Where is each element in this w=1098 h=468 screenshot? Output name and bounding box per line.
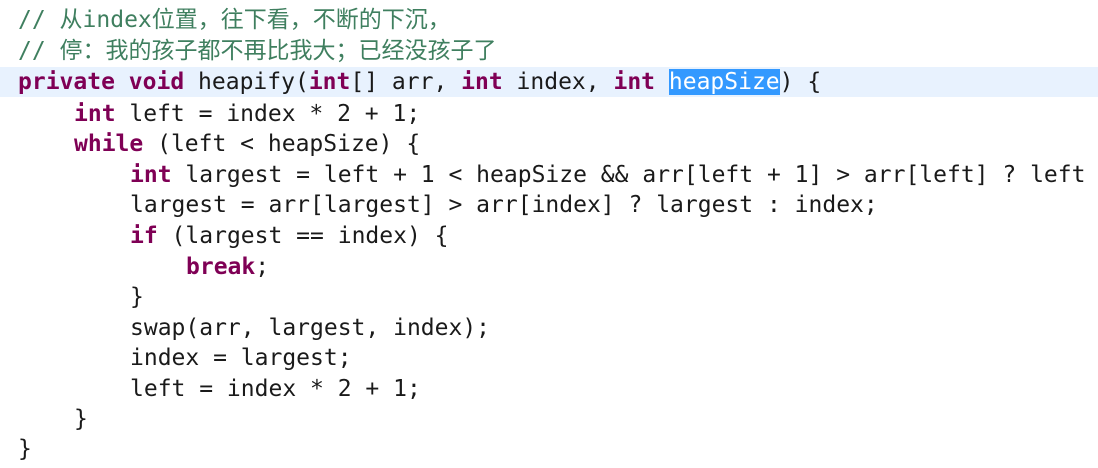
code-line[interactable]: break;: [0, 252, 1098, 282]
code-editor[interactable]: // 从index位置，往下看，不断的下沉， // 停：我的孩子都不再比我大；已经…: [0, 0, 1098, 468]
code-line[interactable]: while (left < heapSize) {: [0, 129, 1098, 159]
code-token: [] arr,: [350, 69, 462, 95]
keyword-token: int: [74, 101, 116, 127]
comment-token: // 停：我的孩子都不再比我大；已经没孩子了: [18, 38, 497, 64]
code-line[interactable]: int left = index * 2 + 1;: [0, 99, 1098, 129]
keyword-token: int: [461, 69, 503, 95]
code-line[interactable]: swap(arr, largest, index);: [0, 313, 1098, 343]
code-token: index,: [502, 69, 614, 95]
keyword-token: if: [130, 223, 158, 249]
code-line[interactable]: if (largest == index) {: [0, 221, 1098, 251]
code-line[interactable]: // 从index位置，往下看，不断的下沉，: [0, 5, 1098, 35]
code-token: index = largest;: [130, 345, 352, 371]
keyword-token: int: [613, 69, 656, 95]
code-token: swap(arr, largest, index);: [130, 315, 491, 341]
keyword-token: break: [186, 254, 256, 280]
code-token: (left < heapSize) {: [143, 131, 421, 157]
code-token: left = index * 2 + 1;: [130, 376, 421, 402]
keyword-token: int: [130, 162, 172, 188]
code-token: (largest == index) {: [157, 223, 449, 249]
code-line[interactable]: left = index * 2 + 1;: [0, 374, 1098, 404]
code-token: heapify(: [184, 69, 309, 95]
code-token: }: [130, 284, 144, 310]
comment-token: // 从index位置，往下看，不断的下沉，: [18, 7, 451, 33]
code-line[interactable]: }: [0, 404, 1098, 434]
code-token: largest = arr[largest] > arr[index] ? la…: [130, 192, 878, 218]
keyword-token: while: [74, 131, 144, 157]
code-token: }: [18, 436, 32, 462]
keyword-token: void: [128, 69, 185, 95]
code-line[interactable]: index = largest;: [0, 343, 1098, 373]
code-line[interactable]: largest = arr[largest] > arr[index] ? la…: [0, 190, 1098, 220]
code-line[interactable]: // 停：我的孩子都不再比我大；已经没孩子了: [0, 36, 1098, 66]
code-line[interactable]: }: [0, 282, 1098, 312]
selected-text[interactable]: heapSize: [668, 69, 780, 95]
code-token: ;: [255, 254, 270, 280]
code-token: ) {: [779, 69, 822, 95]
code-token: left = index * 2 + 1;: [115, 101, 421, 127]
keyword-token: private: [18, 69, 115, 95]
code-line[interactable]: }: [0, 434, 1098, 464]
code-line-current[interactable]: private void heapify(int[] arr, int inde…: [0, 67, 1098, 97]
keyword-token: int: [308, 69, 351, 95]
code-token: }: [74, 406, 88, 432]
code-token: largest = left + 1 < heapSize && arr[lef…: [171, 162, 1086, 188]
code-line[interactable]: int largest = left + 1 < heapSize && arr…: [0, 160, 1098, 190]
